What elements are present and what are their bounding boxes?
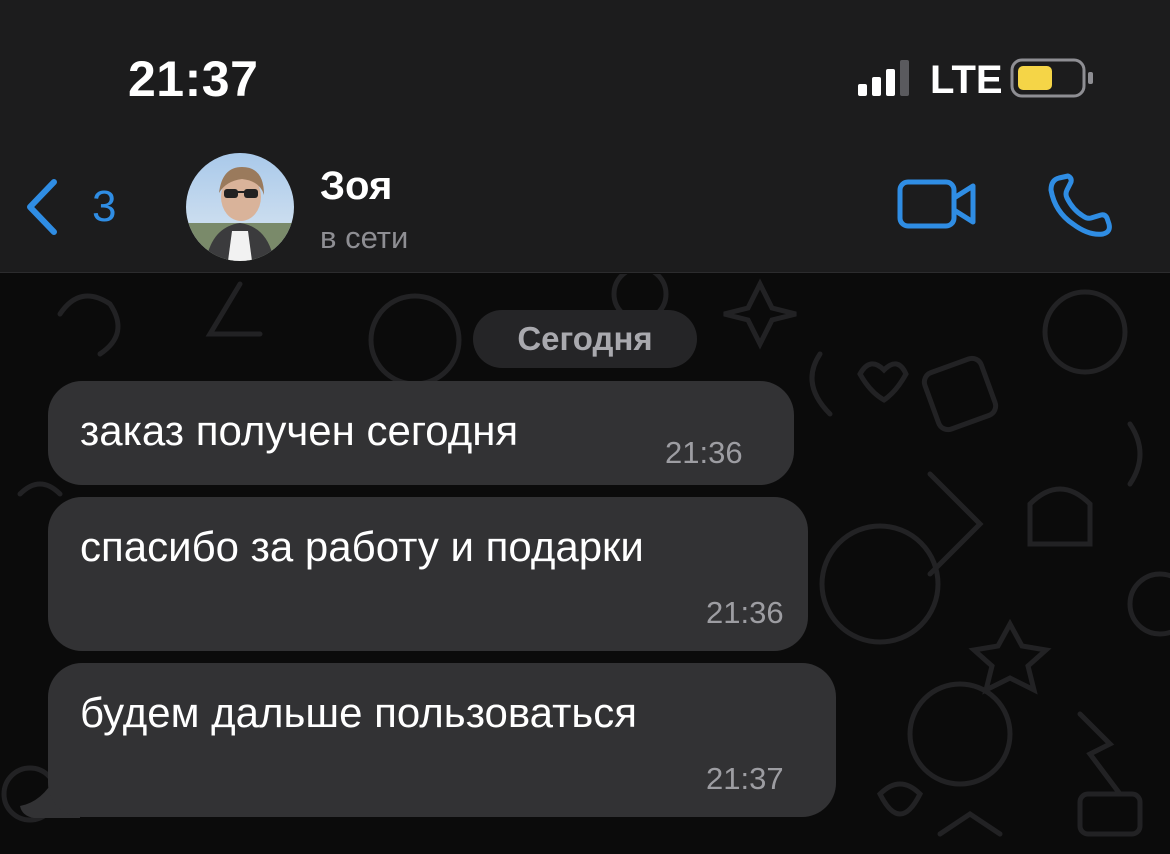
chevron-left-icon <box>27 179 57 235</box>
battery-icon <box>1010 58 1093 98</box>
date-separator: Сегодня <box>473 310 697 368</box>
chat-screen: 21:37 LTE 3 Зоя в сети Сегодня заказ пол… <box>0 0 1170 854</box>
cellular-signal-icon <box>858 60 909 96</box>
message-bubble[interactable]: заказ получен сегодня 21:36 <box>48 381 794 485</box>
status-bar: 21:37 LTE <box>0 0 1170 140</box>
message-time: 21:37 <box>706 761 784 796</box>
message-bubble[interactable]: спасибо за работу и подарки 21:36 <box>48 497 808 651</box>
contact-name[interactable]: Зоя <box>320 164 392 209</box>
avatar-photo <box>186 153 294 261</box>
network-type: LTE <box>930 58 1003 102</box>
unread-count: 3 <box>92 182 117 231</box>
message-text: спасибо за работу и подарки <box>80 523 644 570</box>
video-camera-icon[interactable] <box>896 176 978 232</box>
message-time: 21:36 <box>706 595 784 630</box>
message-time: 21:36 <box>665 435 743 470</box>
back-button[interactable]: 3 <box>22 176 116 238</box>
status-time: 21:37 <box>128 51 259 107</box>
message-list[interactable]: Сегодня заказ получен сегодня 21:36 спас… <box>0 274 1170 854</box>
message-text: будем дальше пользоваться <box>80 689 637 736</box>
avatar[interactable] <box>186 153 294 261</box>
phone-icon[interactable] <box>1045 172 1115 240</box>
contact-status: в сети <box>320 220 409 255</box>
message-text: заказ получен сегодня <box>80 407 519 454</box>
chat-header: 3 Зоя в сети <box>0 140 1170 273</box>
message-bubble[interactable]: будем дальше пользоваться 21:37 <box>48 663 836 817</box>
